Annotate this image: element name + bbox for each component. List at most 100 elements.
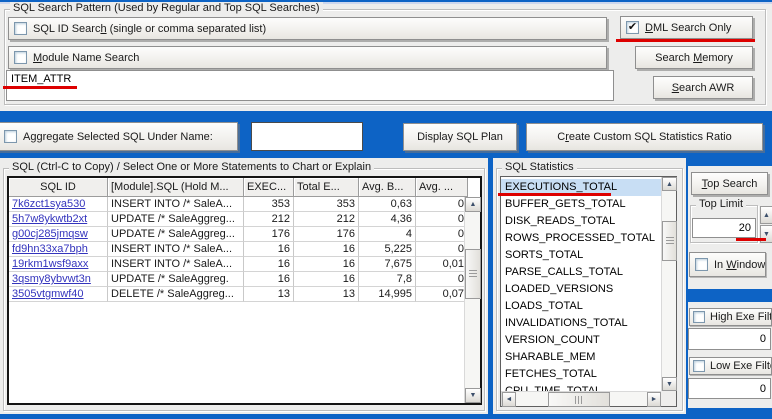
aggregate-checkbox[interactable] (4, 130, 17, 143)
arrow-up-icon: ▲ (666, 181, 673, 188)
create-custom-ratio-label: Create Custom SQL Statistics Ratio (557, 131, 731, 143)
search-pattern-title: SQL Search Pattern (Used by Regular and … (10, 2, 323, 14)
table-row[interactable]: 5h7w8ykwtb2xt UPDATE /* SaleAggreg... 21… (9, 212, 468, 227)
create-custom-ratio-button[interactable]: Create Custom SQL Statistics Ratio (526, 123, 763, 151)
sql-table: SQL ID [Module].SQL (Hold M... EXEC... T… (7, 176, 482, 405)
scroll-down-button[interactable]: ▼ (465, 388, 481, 403)
high-exe-filter-button[interactable]: High Exe Filter (689, 308, 772, 326)
top-limit-title: Top Limit (696, 198, 746, 210)
sql-table-header: SQL ID [Module].SQL (Hold M... EXEC... T… (9, 178, 468, 197)
dml-search-only-button[interactable]: ✔ DML Search Only (620, 16, 753, 39)
statistics-item[interactable]: DISK_READS_TOTAL (501, 213, 661, 230)
aggregate-name-input[interactable] (251, 122, 363, 151)
thumb-grip-icon (575, 396, 583, 404)
low-exe-filter-button[interactable]: Low Exe Filter (689, 357, 772, 375)
search-memory-button[interactable]: Search Memory (635, 46, 753, 69)
top-limit-input[interactable] (692, 218, 756, 238)
low-exe-filter-checkbox[interactable] (693, 360, 705, 372)
annotation-pattern-underline (3, 86, 77, 89)
aggregate-label: Aggregate Selected SQL Under Name: (23, 131, 213, 143)
statistics-horizontal-scrollbar[interactable]: ◄ ► (501, 391, 661, 406)
sql-id-link[interactable]: 19rkm1wsf9axx (9, 257, 108, 272)
sql-id-link[interactable]: 7k6zct1sya530 (9, 197, 108, 212)
column-header-avg[interactable]: Avg. ... (416, 178, 468, 197)
statistics-vertical-scrollbar[interactable]: ▲ ▼ (661, 177, 676, 391)
statistics-item-clipped[interactable]: CPU_TIME_TOTAL (501, 383, 661, 391)
statistics-item[interactable]: INVALIDATIONS_TOTAL (501, 315, 661, 332)
spin-down-icon: ▼ (763, 231, 770, 238)
high-exe-filter-label: High Exe Filter (710, 311, 772, 323)
column-header-exec[interactable]: EXEC... (244, 178, 294, 197)
statistics-item[interactable]: VERSION_COUNT (501, 332, 661, 349)
search-awr-label: Search AWR (672, 82, 735, 94)
sql-id-link[interactable]: 3qsmy8ybvwt3n (9, 272, 108, 287)
in-window-button[interactable]: In Window (689, 252, 766, 277)
statistics-item[interactable]: LOADED_VERSIONS (501, 281, 661, 298)
sql-statistics-list: EXECUTIONS_TOTAL BUFFER_GETS_TOTAL DISK_… (500, 176, 677, 407)
arrow-down-icon: ▼ (470, 392, 477, 399)
arrow-left-icon: ◄ (506, 396, 513, 403)
column-header-sql-id[interactable]: SQL ID (9, 178, 108, 197)
scroll-thumb[interactable] (548, 392, 610, 407)
check-icon: ✔ (628, 22, 637, 33)
statistics-item[interactable]: ROWS_PROCESSED_TOTAL (501, 230, 661, 247)
statistics-item[interactable]: LOADS_TOTAL (501, 298, 661, 315)
search-awr-button[interactable]: Search AWR (653, 76, 753, 99)
high-exe-filter-checkbox[interactable] (693, 311, 705, 323)
aggregate-selected-sql-button[interactable]: Aggregate Selected SQL Under Name: (0, 122, 238, 151)
sql-id-link[interactable]: fd9hn33xa7bph (9, 242, 108, 257)
annotation-dml-underline (616, 39, 755, 42)
column-header-module[interactable]: [Module].SQL (Hold M... (108, 178, 244, 197)
table-row[interactable]: g00cj285jmqsw UPDATE /* SaleAggreg... 17… (9, 227, 468, 242)
statistics-item[interactable]: BUFFER_GETS_TOTAL (501, 196, 661, 213)
scroll-left-button[interactable]: ◄ (502, 392, 516, 407)
top-search-label: Top Search (702, 178, 758, 190)
table-row[interactable]: 7k6zct1sya530 INSERT INTO /* SaleA... 35… (9, 197, 468, 212)
top-limit-spin-up-button[interactable]: ▲ (760, 206, 772, 224)
arrow-right-icon: ► (651, 396, 658, 403)
search-pattern-input[interactable] (6, 70, 614, 101)
statistics-item[interactable]: SHARABLE_MEM (501, 349, 661, 366)
high-exe-filter-input[interactable] (688, 328, 771, 350)
scroll-up-button[interactable]: ▲ (662, 177, 677, 191)
arrow-down-icon: ▼ (666, 381, 673, 388)
scrollbar-corner (661, 391, 676, 406)
low-exe-filter-input[interactable] (688, 378, 771, 399)
search-memory-label: Search Memory (655, 52, 733, 64)
table-row[interactable]: 19rkm1wsf9axx INSERT INTO /* SaleA... 16… (9, 257, 468, 272)
table-row[interactable]: fd9hn33xa7bph INSERT INTO /* SaleA... 16… (9, 242, 468, 257)
scroll-thumb[interactable] (465, 249, 481, 299)
annotation-top-limit-underline (736, 238, 766, 241)
in-window-label: In Window (714, 259, 765, 271)
scroll-thumb[interactable] (662, 221, 677, 261)
spin-up-icon: ▲ (763, 212, 770, 219)
sql-id-search-checkbox[interactable] (14, 22, 27, 35)
sql-id-search-label: SQL ID Search (single or comma separated… (33, 23, 266, 35)
module-name-search-label: Module Name Search (33, 52, 139, 64)
scroll-down-button[interactable]: ▼ (662, 377, 677, 391)
sql-id-link[interactable]: g00cj285jmqsw (9, 227, 108, 242)
column-header-avg-b[interactable]: Avg. B... (359, 178, 416, 197)
column-header-total[interactable]: Total E... (294, 178, 359, 197)
scroll-right-button[interactable]: ► (647, 392, 661, 407)
low-exe-filter-label: Low Exe Filter (710, 360, 772, 372)
annotation-executions-underline (498, 193, 611, 196)
statistics-item[interactable]: SORTS_TOTAL (501, 247, 661, 264)
table-row[interactable]: 3505vtgmwf40 DELETE /* SaleAggreg... 13 … (9, 287, 468, 302)
display-sql-plan-button[interactable]: Display SQL Plan (403, 123, 517, 151)
dml-search-only-label: DML Search Only (645, 22, 731, 34)
statistics-item[interactable]: PARSE_CALLS_TOTAL (501, 264, 661, 281)
scroll-up-button[interactable]: ▲ (465, 197, 481, 212)
table-vertical-scrollbar[interactable]: ▲ ▼ (464, 197, 480, 403)
module-name-search-checkbox[interactable] (14, 51, 27, 64)
sql-id-search-button[interactable]: SQL ID Search (single or comma separated… (8, 17, 607, 40)
module-name-search-button[interactable]: Module Name Search (8, 46, 607, 69)
in-window-checkbox[interactable] (695, 258, 708, 271)
table-row[interactable]: 3qsmy8ybvwt3n UPDATE /* SaleAggreg. 16 1… (9, 272, 468, 287)
sql-id-link[interactable]: 3505vtgmwf40 (9, 287, 108, 302)
sql-id-link[interactable]: 5h7w8ykwtb2xt (9, 212, 108, 227)
dml-checked-checkbox[interactable]: ✔ (626, 21, 639, 34)
top-search-button[interactable]: Top Search (691, 172, 768, 195)
statistics-item[interactable]: FETCHES_TOTAL (501, 366, 661, 383)
display-sql-plan-label: Display SQL Plan (417, 131, 503, 143)
